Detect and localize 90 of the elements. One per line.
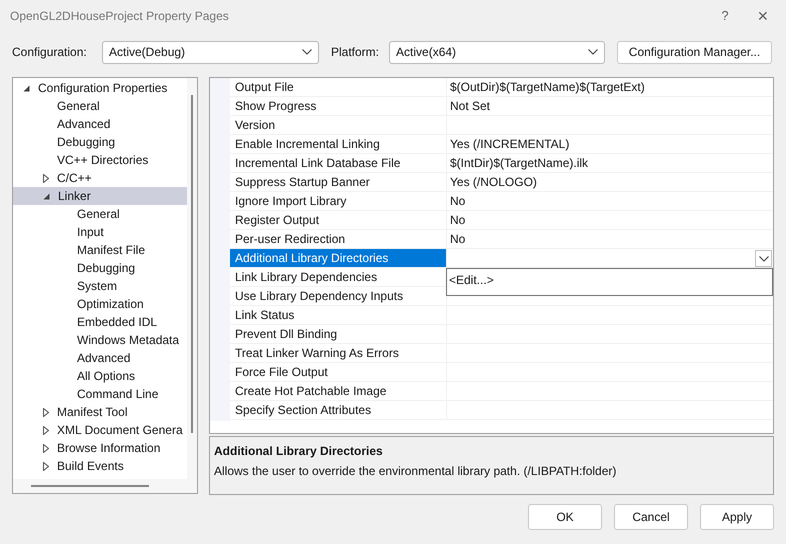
collapsed-triangle-icon[interactable] <box>43 444 49 452</box>
property-value: Yes (/NOLOGO) <box>450 174 537 191</box>
tree-item[interactable]: Input <box>13 223 187 241</box>
property-row[interactable]: Link Status <box>230 306 773 325</box>
tree-item[interactable]: Embedded IDL <box>13 313 187 331</box>
tree-item[interactable]: Build Events <box>13 457 187 475</box>
property-row[interactable]: Specify Section Attributes <box>230 401 773 420</box>
dropdown-button[interactable] <box>755 250 772 267</box>
tree-item[interactable]: C/C++ <box>13 169 187 187</box>
tree-item[interactable]: Linker <box>13 187 187 205</box>
tree-item[interactable]: XML Document Genera <box>13 421 187 439</box>
tree-item[interactable]: Windows Metadata <box>13 331 187 349</box>
property-value: No <box>450 231 466 248</box>
property-name: Treat Linker Warning As Errors <box>235 345 399 362</box>
close-button[interactable]: ✕ <box>740 6 786 26</box>
collapsed-triangle-icon[interactable] <box>43 174 49 182</box>
tree-item[interactable]: Manifest File <box>13 241 187 259</box>
tree-item[interactable]: All Options <box>13 367 187 385</box>
window-title: OpenGL2DHouseProject Property Pages <box>10 8 230 25</box>
description-title: Additional Library Directories <box>214 443 384 460</box>
tree-item[interactable]: Browse Information <box>13 439 187 457</box>
dialog-button[interactable]: OK <box>528 504 602 530</box>
help-button[interactable]: ? <box>710 6 740 26</box>
property-row[interactable]: Prevent Dll Binding <box>230 325 773 344</box>
property-row[interactable]: Enable Incremental Linking Yes (/INCREMENTAL) <box>230 135 773 154</box>
tree-item[interactable]: General <box>13 97 187 115</box>
tree-item[interactable]: System <box>13 277 187 295</box>
platform-label: Platform: <box>331 44 380 61</box>
chevron-down-icon <box>588 49 598 55</box>
property-value: Not Set <box>450 98 490 115</box>
dialog-button[interactable]: Cancel <box>614 504 688 530</box>
expanded-triangle-icon[interactable] <box>23 84 30 92</box>
property-value: Yes (/INCREMENTAL) <box>450 136 570 153</box>
property-name: Additional Library Directories <box>235 250 388 267</box>
property-value: No <box>450 193 466 210</box>
property-name: Output File <box>235 79 294 96</box>
property-row[interactable]: Version <box>230 116 773 135</box>
property-name: Incremental Link Database File <box>235 155 400 172</box>
tree-item[interactable]: Optimization <box>13 295 187 313</box>
property-row[interactable]: Ignore Import Library No <box>230 192 773 211</box>
property-name: Ignore Import Library <box>235 193 346 210</box>
property-name: Link Status <box>235 307 294 324</box>
property-name: Force File Output <box>235 364 328 381</box>
property-row[interactable]: Create Hot Patchable Image <box>230 382 773 401</box>
dropdown-option[interactable]: <Edit...> <box>449 271 772 289</box>
tree-item[interactable]: Command Line <box>13 385 187 403</box>
property-row[interactable]: Force File Output <box>230 363 773 382</box>
property-name: Register Output <box>235 212 320 229</box>
collapsed-triangle-icon[interactable] <box>43 408 49 416</box>
property-name: Suppress Startup Banner <box>235 174 370 191</box>
tree-item[interactable]: Manifest Tool <box>13 403 187 421</box>
property-row[interactable]: Incremental Link Database File $(IntDir)$(TargetName).ilk <box>230 154 773 173</box>
tree-item[interactable]: General <box>13 205 187 223</box>
property-row[interactable]: Register Output No <box>230 211 773 230</box>
property-value: $(OutDir)$(TargetName)$(TargetExt) <box>450 79 645 96</box>
chevron-down-icon <box>758 256 768 262</box>
property-row[interactable]: Suppress Startup Banner Yes (/NOLOGO) <box>230 173 773 192</box>
tree-item[interactable]: VC++ Directories <box>13 151 187 169</box>
property-name: Per-user Redirection <box>235 231 346 248</box>
scrollbar-thumb[interactable] <box>191 95 193 433</box>
tree-item[interactable]: Advanced <box>13 349 187 367</box>
tree-item[interactable]: Advanced <box>13 115 187 133</box>
property-row[interactable]: Output File $(OutDir)$(TargetName)$(TargetExt) <box>230 78 773 97</box>
property-name: Create Hot Patchable Image <box>235 383 386 400</box>
tree-item[interactable]: Configuration Properties <box>13 79 187 97</box>
tree-item[interactable]: Debugging <box>13 133 187 151</box>
description-text: Allows the user to override the environmental library path. (/LIBPATH:folder) <box>214 463 618 480</box>
property-row[interactable]: Treat Linker Warning As Errors <box>230 344 773 363</box>
collapsed-triangle-icon[interactable] <box>43 426 49 434</box>
property-value: No <box>450 212 466 229</box>
property-name: Show Progress <box>235 98 316 115</box>
tree-item[interactable]: Debugging <box>13 259 187 277</box>
expanded-triangle-icon[interactable] <box>43 192 50 200</box>
scrollbar-thumb[interactable] <box>31 485 149 487</box>
property-name: Version <box>235 117 276 134</box>
property-name: Link Library Dependencies <box>235 269 378 286</box>
dialog-button[interactable]: Apply <box>700 504 774 530</box>
dropdown[interactable]: Active(x64) <box>389 40 606 64</box>
configuration-label: Configuration: <box>12 44 88 61</box>
property-row[interactable]: Additional Library Directories <box>230 249 773 268</box>
property-name: Use Library Dependency Inputs <box>235 288 404 305</box>
property-name: Prevent Dll Binding <box>235 326 338 343</box>
property-value: $(IntDir)$(TargetName).ilk <box>450 155 588 172</box>
property-row[interactable]: Show Progress Not Set <box>230 97 773 116</box>
collapsed-triangle-icon[interactable] <box>43 462 49 470</box>
property-name: Enable Incremental Linking <box>235 136 380 153</box>
dropdown[interactable]: Active(Debug) <box>102 40 319 64</box>
property-name: Specify Section Attributes <box>235 402 372 419</box>
chevron-down-icon <box>302 49 312 55</box>
configuration-manager-button[interactable]: Configuration Manager... <box>617 40 772 64</box>
